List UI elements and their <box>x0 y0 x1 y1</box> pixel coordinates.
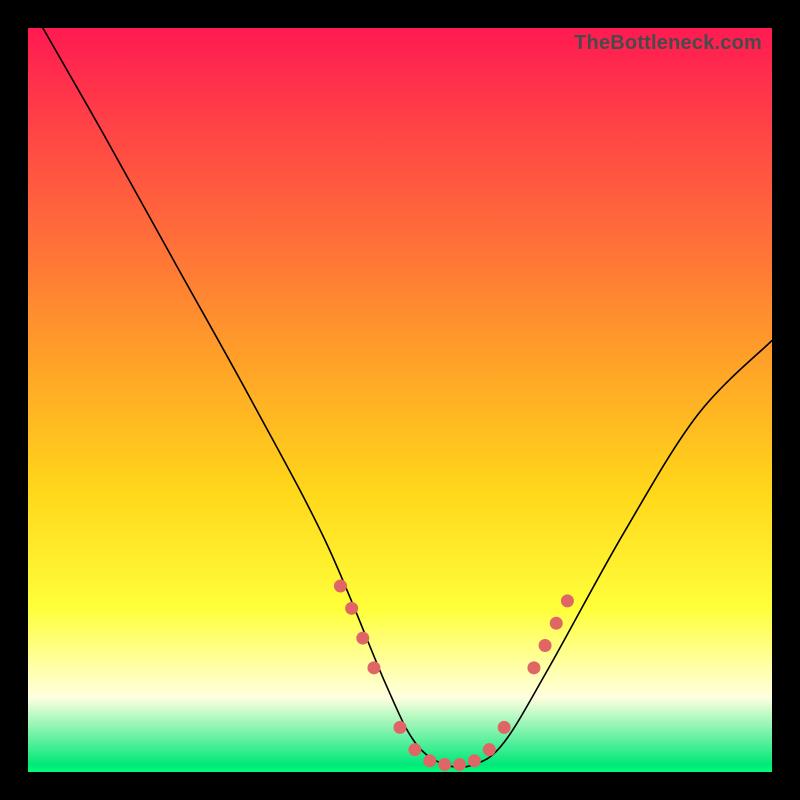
marker-dot <box>527 661 540 674</box>
marker-dot <box>483 743 496 756</box>
marker-dot <box>345 602 358 615</box>
marker-dot <box>334 580 347 593</box>
marker-dot <box>550 617 563 630</box>
marker-dot <box>539 639 552 652</box>
marker-dot <box>423 754 436 767</box>
marker-dot <box>498 721 511 734</box>
watermark-text: TheBottleneck.com <box>574 32 762 55</box>
marker-dot <box>367 661 380 674</box>
marker-dot <box>468 754 481 767</box>
marker-dot <box>394 721 407 734</box>
marker-dot <box>453 758 466 771</box>
marker-dot <box>561 594 574 607</box>
marker-dot <box>356 632 369 645</box>
curve-line <box>43 28 772 767</box>
marker-dots <box>334 580 574 772</box>
chart-area: TheBottleneck.com <box>28 28 772 772</box>
line-chart <box>28 28 772 772</box>
marker-dot <box>408 743 421 756</box>
marker-dot <box>438 758 451 771</box>
